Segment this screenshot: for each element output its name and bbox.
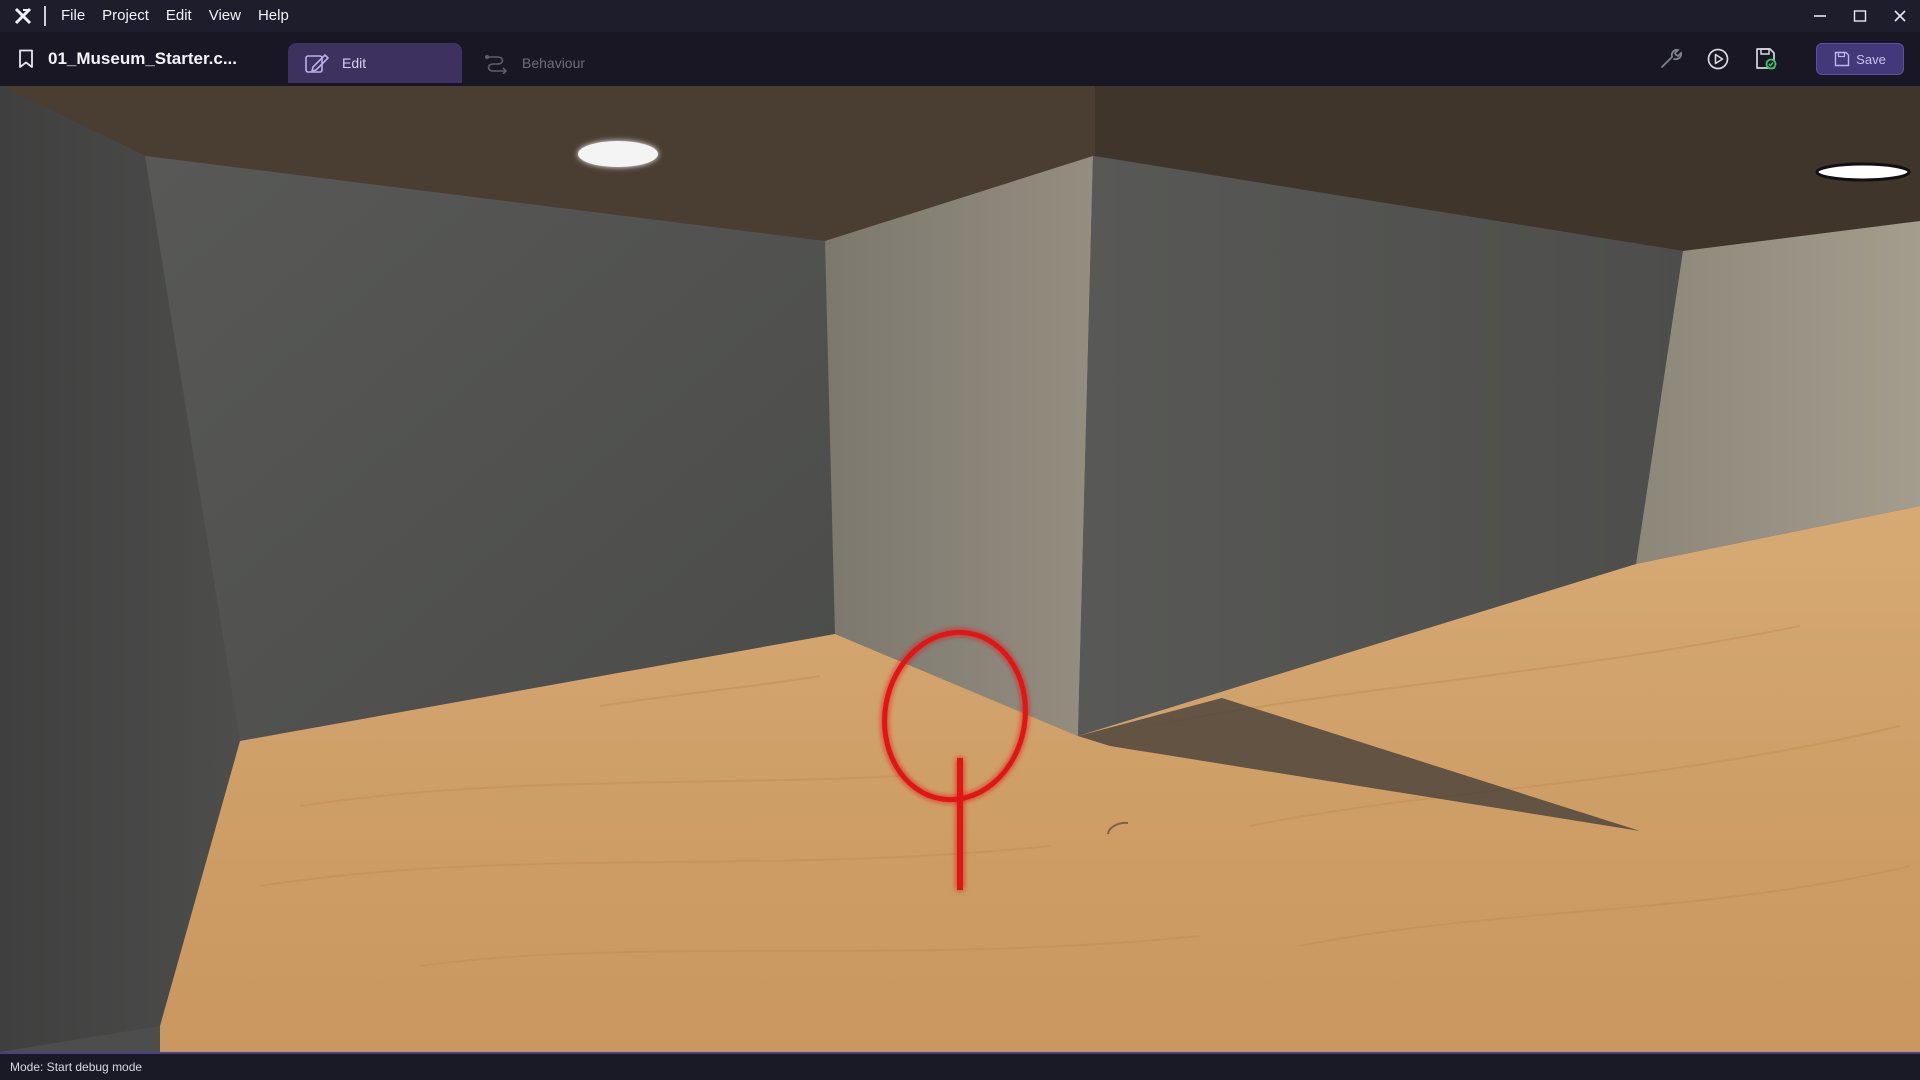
build-button[interactable] [1746, 39, 1786, 79]
play-button[interactable] [1698, 39, 1738, 79]
tools-button[interactable] [1650, 39, 1690, 79]
bookmark-icon[interactable] [18, 49, 34, 69]
menu-view[interactable]: View [202, 0, 251, 32]
save-button[interactable]: Save [1816, 43, 1904, 75]
tab-edit-label: Edit [342, 55, 367, 71]
menu-project[interactable]: Project [95, 0, 159, 32]
title-separator [44, 6, 46, 26]
toolbar: 01_Museum_Starter.c... Edit Behaviour Sa… [0, 32, 1920, 86]
window-controls [1800, 0, 1920, 32]
title-bar: File Project Edit View Help [0, 0, 1920, 32]
scene-render [0, 86, 1920, 1052]
tab-behaviour[interactable]: Behaviour [468, 43, 638, 83]
tab-edit[interactable]: Edit [288, 43, 462, 83]
minimize-icon [1814, 15, 1826, 17]
build-icon [1756, 48, 1777, 70]
menu-file[interactable]: File [54, 0, 95, 32]
menu-edit[interactable]: Edit [159, 0, 202, 32]
ceiling-light-left [578, 141, 658, 167]
play-icon [1707, 48, 1729, 70]
behaviour-icon [485, 55, 508, 74]
close-button[interactable] [1880, 0, 1920, 32]
maximize-button[interactable] [1840, 0, 1880, 32]
status-bar: Mode: Start debug mode [0, 1052, 1920, 1080]
save-label: Save [1856, 51, 1886, 67]
project-header: 01_Museum_Starter.c... [0, 32, 270, 86]
toolbar-actions: Save [1642, 32, 1904, 86]
scene-viewport[interactable] [0, 86, 1920, 1052]
wrench-icon [1661, 48, 1683, 68]
ceiling-light-right [1815, 162, 1911, 182]
app-logo-icon [12, 5, 34, 27]
edit-icon [305, 54, 329, 73]
close-icon [1894, 10, 1906, 22]
menu-help[interactable]: Help [251, 0, 299, 32]
minimize-button[interactable] [1800, 0, 1840, 32]
maximize-icon [1853, 10, 1867, 22]
status-text: Mode: Start debug mode [10, 1060, 143, 1074]
project-name: 01_Museum_Starter.c... [48, 49, 237, 68]
save-icon [1834, 51, 1850, 67]
tab-behaviour-label: Behaviour [522, 55, 586, 71]
